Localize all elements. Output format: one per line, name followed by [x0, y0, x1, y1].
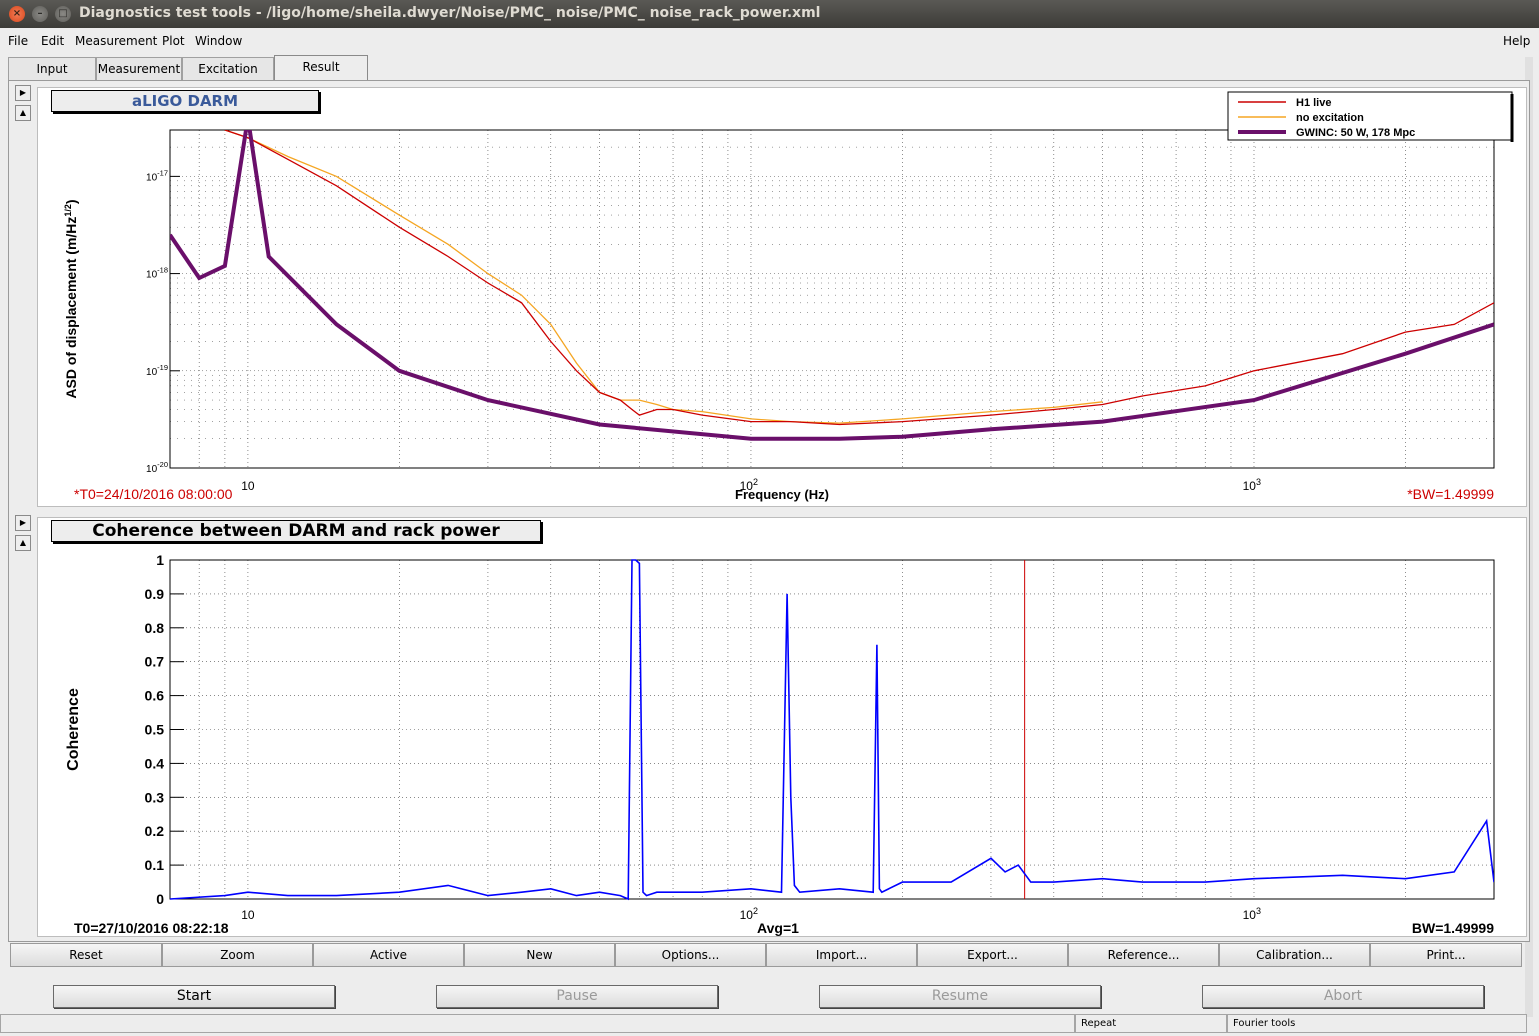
plot1-xlabel: Frequency (Hz): [735, 487, 829, 502]
export-button[interactable]: Export...: [917, 943, 1068, 967]
series-no-excitation-line: [224, 130, 1103, 424]
plot1-xtick-label: 10: [241, 479, 255, 493]
plot1-title: aLIGO DARM: [51, 90, 319, 112]
reset-button[interactable]: Reset: [10, 943, 162, 967]
maximize-window-button[interactable]: □: [55, 6, 71, 22]
plot2-ytick-label: 0.2: [145, 823, 165, 839]
plot1-legend: H1 live no excitation GWINC: 50 W, 178 Mpc: [1227, 91, 1514, 142]
status-mode: Fourier tools: [1227, 1014, 1527, 1033]
plot1-ytick-label: 10-17: [146, 168, 168, 183]
tab-input[interactable]: Input: [8, 57, 96, 80]
zoom-button[interactable]: Zoom: [162, 943, 313, 967]
menu-edit[interactable]: Edit: [41, 34, 64, 48]
tab-result[interactable]: Result: [274, 55, 368, 80]
plot2-ytick-label: 0.5: [145, 722, 165, 738]
options-button[interactable]: Options...: [615, 943, 766, 967]
plot1-frame: [169, 129, 1495, 469]
menu-measurement[interactable]: Measurement: [75, 34, 157, 48]
close-window-button[interactable]: ×: [9, 6, 25, 22]
menu-window[interactable]: Window: [195, 34, 242, 48]
plot1-ytick-label: 10-18: [146, 266, 168, 281]
plot2-grid: [170, 559, 1495, 900]
abort-button[interactable]: Abort: [1202, 985, 1484, 1008]
plot1-ytick-label: 10-20: [146, 460, 168, 475]
coherence-line: [170, 559, 1494, 901]
plot2-ytick-label: 0: [156, 891, 164, 907]
plot2-ylabel: Coherence: [65, 688, 82, 771]
plot2-pad[interactable]: 1 0.9 0.8 0.7 0.6 0.5 0.4 0.3 0.2 0.1 0 10 102 103 Coh…: [37, 517, 1527, 937]
series-gwinc-50-w-178-mpc-line: [170, 130, 1494, 441]
tab-measurement[interactable]: Measurement: [96, 57, 182, 80]
plot2-t0: T0=27/10/2016 08:22:18: [74, 920, 229, 936]
plot1-ylabel: ASD of displacement (m/Hz1/2): [63, 199, 79, 398]
plot2-ytick-label: 0.7: [145, 654, 165, 670]
status-message: [0, 1014, 1075, 1033]
plot1-ytick-label: 10-19: [146, 363, 168, 378]
plot2-ytick-label: 0.8: [145, 620, 165, 636]
plot2-bw: BW=1.49999: [1412, 920, 1494, 936]
result-panel: ▶ ▲ ▶ ▲ 10-17 10-18 10-19 10-20 10 102 103 ASD …: [8, 80, 1530, 942]
plot2-ytick-label: 0.6: [145, 688, 165, 704]
plot2-series: [170, 559, 1494, 901]
plot2-xtick-label: 102: [740, 906, 758, 922]
menu-file[interactable]: File: [8, 34, 28, 48]
plot1-grid: [170, 129, 1495, 469]
start-button[interactable]: Start: [53, 985, 335, 1008]
plot1-pad[interactable]: 10-17 10-18 10-19 10-20 10 102 103 ASD of displ…: [37, 87, 1527, 507]
plot2-frame: [169, 559, 1495, 900]
active-button[interactable]: Active: [313, 943, 464, 967]
coherence-chart[interactable]: 1 0.9 0.8 0.7 0.6 0.5 0.4 0.3 0.2 0.1 0 10 102 103 Coh…: [38, 518, 1528, 938]
plot-toolbar: Reset Zoom Active New Options... Import.…: [10, 943, 1522, 967]
plot1-series: [170, 130, 1494, 441]
legend-label: no excitation: [1296, 112, 1364, 124]
plot2-ytick-label: 0.9: [145, 586, 165, 602]
new-button[interactable]: New: [464, 943, 615, 967]
title-bar: × – □ Diagnostics test tools - /ligo/hom…: [0, 0, 1539, 28]
menu-plot[interactable]: Plot: [162, 34, 185, 48]
status-repeat: Repeat: [1075, 1014, 1227, 1033]
application-window: × – □ Diagnostics test tools - /ligo/hom…: [0, 0, 1539, 1036]
print-button[interactable]: Print...: [1370, 943, 1522, 967]
minimize-window-button[interactable]: –: [32, 6, 48, 22]
import-button[interactable]: Import...: [766, 943, 917, 967]
menu-bar: File Edit Measurement Plot Window Help: [0, 31, 1539, 53]
plot2-title: Coherence between DARM and rack power: [51, 520, 541, 542]
calibration-button[interactable]: Calibration...: [1219, 943, 1370, 967]
asd-chart[interactable]: 10-1710-1810-1910-2010 102 103ASD of displ…: [38, 88, 1528, 508]
status-bar: Repeat Fourier tools: [0, 1014, 1539, 1036]
plot2-avg: Avg=1: [757, 920, 799, 936]
menu-help[interactable]: Help: [1503, 34, 1530, 48]
collapse-plot2-button[interactable]: ▲: [15, 535, 31, 551]
pause-button[interactable]: Pause: [436, 985, 718, 1008]
window-title: Diagnostics test tools - /ligo/home/shei…: [79, 5, 821, 21]
plot2-xtick-label: 10: [241, 908, 255, 922]
legend-label: H1 live: [1296, 97, 1331, 109]
plot2-ytick-label: 0.1: [145, 857, 165, 873]
plot2-ytick-label: 0.4: [145, 755, 165, 771]
expand-plot2-button[interactable]: ▶: [15, 515, 31, 531]
plot2-ytick-label: 0.3: [145, 789, 165, 805]
plot1-t0: *T0=24/10/2016 08:00:00: [74, 486, 233, 502]
plot2-xtick-label: 103: [1243, 906, 1261, 922]
plot1-xtick-label: 103: [1243, 477, 1261, 493]
legend-label: GWINC: 50 W, 178 Mpc: [1296, 127, 1415, 139]
collapse-plot1-button[interactable]: ▲: [15, 105, 31, 121]
reference-button[interactable]: Reference...: [1068, 943, 1219, 967]
tab-excitation[interactable]: Excitation: [182, 57, 274, 80]
plot2-ytick-label: 1: [156, 552, 164, 568]
resume-button[interactable]: Resume: [819, 985, 1101, 1008]
expand-plot1-button[interactable]: ▶: [15, 85, 31, 101]
plot1-bw: *BW=1.49999: [1407, 486, 1494, 502]
